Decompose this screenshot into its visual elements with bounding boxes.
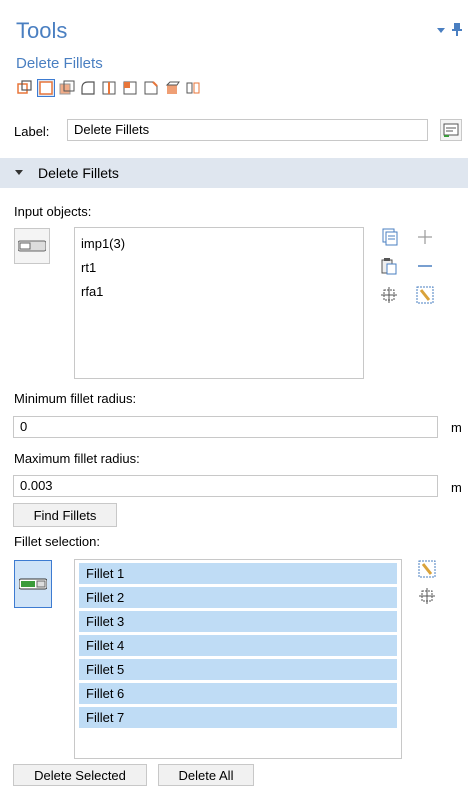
virtual-operation-icon[interactable] [163, 79, 181, 97]
input-objects-activate-toggle[interactable] [14, 228, 50, 264]
clear-selection-icon[interactable] [418, 560, 436, 581]
zoom-to-selection-icon[interactable] [418, 587, 436, 608]
remove-icon[interactable] [416, 257, 438, 278]
list-item[interactable]: Fillet 7 [79, 707, 397, 728]
list-item[interactable]: rt1 [75, 256, 363, 280]
label-caption: Label: [14, 124, 50, 139]
panel-controls [436, 22, 462, 39]
list-item[interactable]: Fillet 6 [79, 683, 397, 704]
select-boundaries-icon[interactable] [37, 79, 55, 97]
max-radius-unit: m [451, 480, 462, 495]
build-all-icon[interactable] [16, 79, 34, 97]
fillet-selection-actions [418, 560, 436, 608]
list-item[interactable]: Fillet 3 [79, 611, 397, 632]
delete-selected-button[interactable]: Delete Selected [13, 764, 147, 786]
max-radius-label: Maximum fillet radius: [14, 451, 140, 466]
toggle-on-icon [19, 578, 47, 590]
copy-icon[interactable] [380, 228, 402, 249]
fillet-icon[interactable] [79, 79, 97, 97]
rename-icon [443, 123, 459, 137]
min-radius-label: Minimum fillet radius: [14, 391, 137, 406]
input-objects-list[interactable]: imp1(3) rt1 rfa1 [74, 227, 364, 379]
label-edit-button[interactable] [440, 119, 462, 141]
zoom-to-selection-icon[interactable] [380, 286, 402, 307]
pin-icon[interactable] [452, 22, 462, 39]
partition-icon[interactable] [121, 79, 139, 97]
geometry-toolbar [16, 79, 202, 97]
input-objects-label: Input objects: [14, 204, 92, 219]
add-icon[interactable] [416, 228, 438, 249]
panel-title: Tools [16, 18, 68, 43]
max-radius-input[interactable]: 0.003 [13, 475, 438, 497]
list-item[interactable]: rfa1 [75, 280, 363, 304]
fillet-selection-list[interactable]: Fillet 1 Fillet 2 Fillet 3 Fillet 4 Fill… [74, 559, 402, 759]
section-collapse-icon [15, 170, 23, 175]
list-item[interactable]: Fillet 1 [79, 563, 397, 584]
section-title: Delete Fillets [38, 165, 119, 181]
input-objects-actions [380, 228, 438, 307]
min-radius-unit: m [451, 420, 462, 435]
list-item[interactable]: Fillet 4 [79, 635, 397, 656]
feature-subtitle: Delete Fillets [16, 55, 103, 72]
toggle-off-icon [18, 240, 46, 252]
min-radius-input[interactable]: 0 [13, 416, 438, 438]
label-field[interactable]: Delete Fillets [67, 119, 428, 141]
collapse-icon[interactable] [436, 23, 446, 38]
list-item[interactable]: Fillet 5 [79, 659, 397, 680]
select-domains-icon[interactable] [58, 79, 76, 97]
delete-all-button[interactable]: Delete All [158, 764, 254, 786]
mesh-control-icon[interactable] [184, 79, 202, 97]
paste-icon[interactable] [380, 257, 402, 278]
fillet-selection-label: Fillet selection: [14, 534, 100, 549]
split-icon[interactable] [100, 79, 118, 97]
list-item[interactable]: Fillet 2 [79, 587, 397, 608]
chamfer-icon[interactable] [142, 79, 160, 97]
clear-selection-icon[interactable] [416, 286, 438, 307]
fillet-selection-activate-toggle[interactable] [14, 560, 52, 608]
find-fillets-button[interactable]: Find Fillets [13, 503, 117, 527]
list-item[interactable]: imp1(3) [75, 232, 363, 256]
section-header[interactable]: Delete Fillets [0, 158, 468, 188]
